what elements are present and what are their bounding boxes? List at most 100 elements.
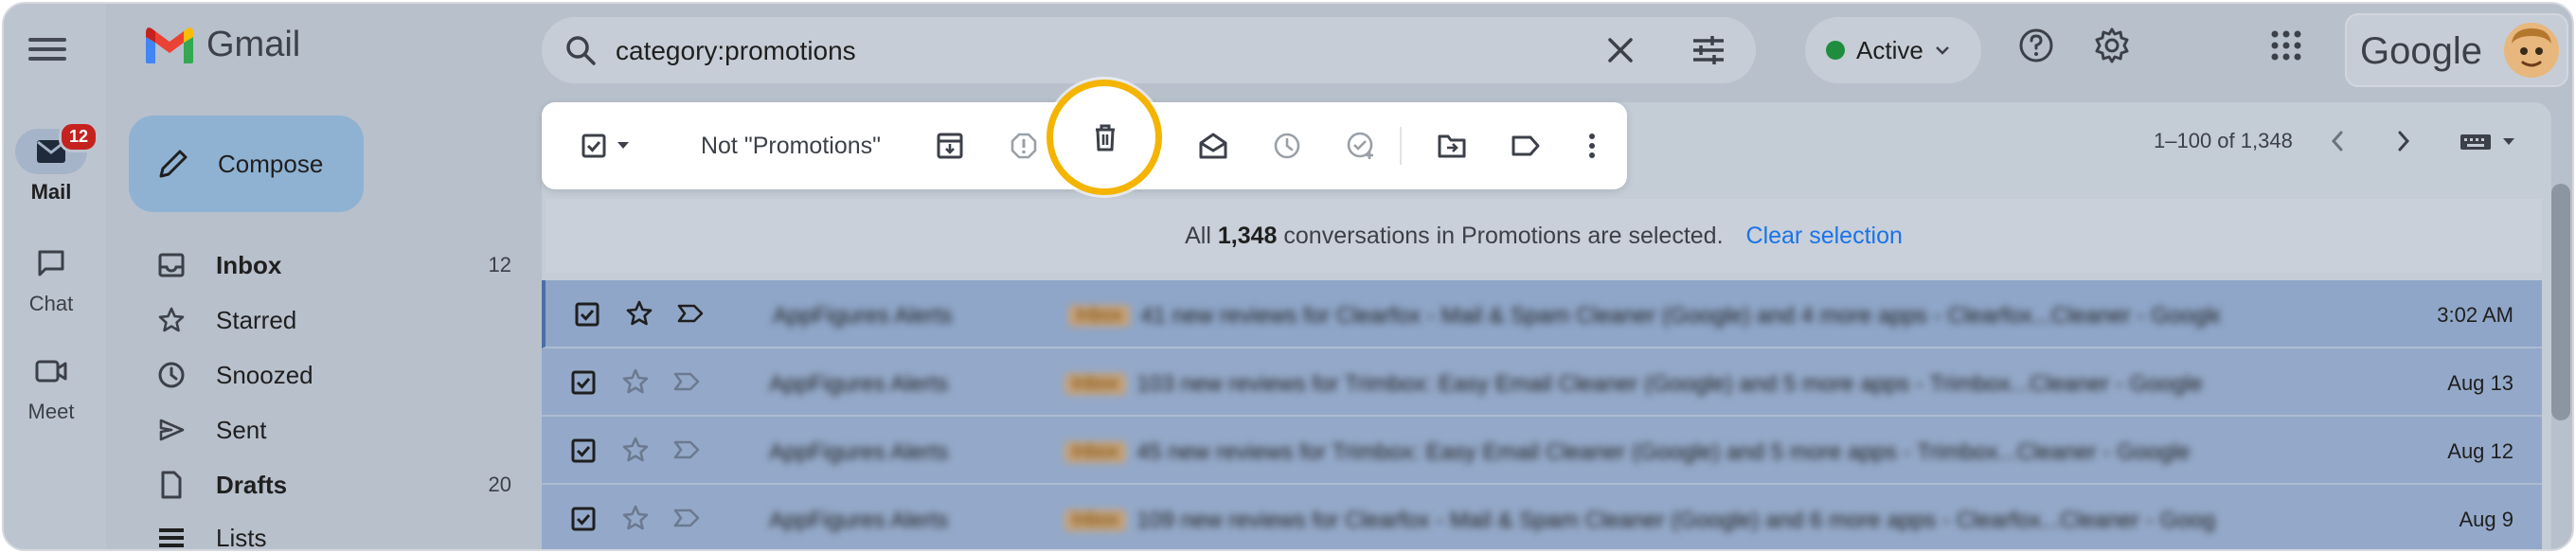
inbox-icon xyxy=(158,253,185,277)
table-row[interactable]: AppFigures Alerts Inbox 41 new reviews f… xyxy=(542,280,2542,348)
gear-icon[interactable] xyxy=(2093,27,2131,64)
gmail-m-icon xyxy=(146,27,193,63)
table-row[interactable]: AppFigures Alerts Inbox 45 new reviews f… xyxy=(542,417,2542,485)
search-bar[interactable]: category:promotions xyxy=(542,17,1756,83)
email-subject: 41 new reviews for Clearfox - Mail & Spa… xyxy=(1140,303,2220,329)
app-window: 12 Mail Chat Meet Gmail category:promoti… xyxy=(2,2,2574,551)
important-marker-icon[interactable] xyxy=(672,508,701,528)
important-marker-icon[interactable] xyxy=(672,439,701,460)
nav-label-starred: Starred xyxy=(216,305,297,334)
apps-grid-icon[interactable] xyxy=(2267,27,2305,64)
rail-item-meet[interactable]: Meet xyxy=(4,348,98,424)
email-sender: AppFigures Alerts xyxy=(769,371,949,397)
email-subject: 45 new reviews for Trimbox: Easy Email C… xyxy=(1136,439,2191,465)
checkbox-checked-icon[interactable] xyxy=(574,301,600,328)
avatar[interactable] xyxy=(2504,23,2559,78)
email-sender: AppFigures Alerts xyxy=(769,439,949,465)
add-to-tasks-button[interactable] xyxy=(1339,125,1383,167)
search-icon[interactable] xyxy=(564,34,597,66)
nav-label-sent: Sent xyxy=(216,415,267,444)
avatar-emoji-icon xyxy=(2504,23,2559,78)
move-to-button[interactable] xyxy=(1430,125,1474,167)
email-sender: AppFigures Alerts xyxy=(769,508,949,533)
open-envelope-icon xyxy=(1199,133,1227,159)
email-list: AppFigures Alerts Inbox 41 new reviews f… xyxy=(542,280,2542,549)
star-icon[interactable] xyxy=(621,436,650,464)
email-tag: Inbox xyxy=(1064,441,1126,463)
email-time: Aug 9 xyxy=(2459,508,2514,531)
checkbox-checked-icon[interactable] xyxy=(570,369,597,396)
email-tag: Inbox xyxy=(1068,305,1130,327)
close-icon[interactable] xyxy=(1604,34,1637,66)
toolbar-divider xyxy=(1400,127,1402,165)
status-label: Active xyxy=(1856,35,1923,64)
nav-item-drafts[interactable]: Drafts 20 xyxy=(155,462,511,508)
rail-label-mail: Mail xyxy=(30,180,72,204)
nav-label-drafts: Drafts xyxy=(216,470,288,499)
rail-item-mail[interactable]: 12 Mail xyxy=(4,121,99,205)
clear-selection-link[interactable]: Clear selection xyxy=(1746,223,1903,250)
star-icon[interactable] xyxy=(621,367,650,396)
gmail-logo[interactable]: Gmail xyxy=(144,25,300,65)
star-icon[interactable] xyxy=(621,504,650,532)
trash-icon[interactable] xyxy=(1089,121,1121,153)
nav-item-inbox[interactable]: Inbox 12 xyxy=(155,242,511,288)
account-switcher[interactable]: Google xyxy=(2345,13,2568,87)
gmail-wordmark: Gmail xyxy=(206,25,301,64)
nav-item-lists[interactable]: Lists xyxy=(155,515,511,549)
search-input[interactable]: category:promotions xyxy=(616,36,856,66)
nav-item-sent[interactable]: Sent xyxy=(155,407,511,453)
chevron-right-icon[interactable] xyxy=(2392,127,2415,155)
mail-unread-badge: 12 xyxy=(59,121,99,152)
mark-as-read-button[interactable] xyxy=(1191,125,1235,167)
compose-button[interactable]: Compose xyxy=(129,116,364,212)
star-icon[interactable] xyxy=(625,299,653,328)
rail-item-chat[interactable]: Chat xyxy=(4,241,98,316)
status-dropdown[interactable]: Active xyxy=(1805,17,1981,83)
caret-down-icon xyxy=(2503,138,2514,145)
archive-icon xyxy=(937,133,963,159)
email-tag: Inbox xyxy=(1064,373,1126,395)
nav-item-snoozed[interactable]: Snoozed xyxy=(155,352,511,398)
move-to-folder-icon xyxy=(1438,134,1466,158)
more-actions-button[interactable] xyxy=(1578,125,1606,167)
archive-button[interactable] xyxy=(928,125,972,167)
select-all-dropdown[interactable] xyxy=(572,125,638,167)
report-spam-icon xyxy=(1011,133,1037,159)
checkbox-checked-icon[interactable] xyxy=(570,437,597,464)
lists-icon xyxy=(159,528,184,547)
chevron-left-icon[interactable] xyxy=(2326,127,2349,155)
checkbox-checked-icon[interactable] xyxy=(570,506,597,532)
not-category-label: Not "Promotions" xyxy=(700,132,882,159)
table-row[interactable]: AppFigures Alerts Inbox 103 new reviews … xyxy=(542,348,2542,417)
add-task-icon xyxy=(1347,132,1373,159)
nav-label-inbox: Inbox xyxy=(216,250,282,279)
search-options-icon[interactable] xyxy=(1691,34,1726,66)
video-camera-icon xyxy=(35,360,67,383)
send-icon xyxy=(159,419,185,441)
input-tools-button[interactable] xyxy=(2459,131,2515,153)
not-category-button[interactable]: Not "Promotions" xyxy=(682,125,900,167)
compose-label: Compose xyxy=(218,149,324,178)
report-spam-button[interactable] xyxy=(1002,125,1046,167)
clock-icon xyxy=(158,362,185,388)
app-rail: 12 Mail Chat Meet xyxy=(4,4,106,549)
label-icon xyxy=(1512,135,1540,156)
email-time: Aug 12 xyxy=(2447,439,2513,463)
email-tag: Inbox xyxy=(1064,509,1126,531)
help-icon[interactable] xyxy=(2017,27,2055,64)
clock-icon xyxy=(1274,133,1300,159)
email-sender: AppFigures Alerts xyxy=(773,303,953,329)
email-time: 3:02 AM xyxy=(2437,303,2513,327)
caret-down-icon xyxy=(617,142,629,149)
important-marker-icon[interactable] xyxy=(672,371,701,392)
nav-count-inbox: 12 xyxy=(488,253,511,276)
snooze-button[interactable] xyxy=(1265,125,1309,167)
main-menu-button[interactable] xyxy=(28,32,66,66)
labels-button[interactable] xyxy=(1504,125,1547,167)
important-marker-icon[interactable] xyxy=(676,303,705,324)
nav-item-starred[interactable]: Starred xyxy=(155,297,511,343)
table-row[interactable]: AppFigures Alerts Inbox 109 new reviews … xyxy=(542,485,2542,549)
message-list-scrollbar[interactable] xyxy=(2551,184,2570,420)
rail-label-meet: Meet xyxy=(27,400,75,423)
